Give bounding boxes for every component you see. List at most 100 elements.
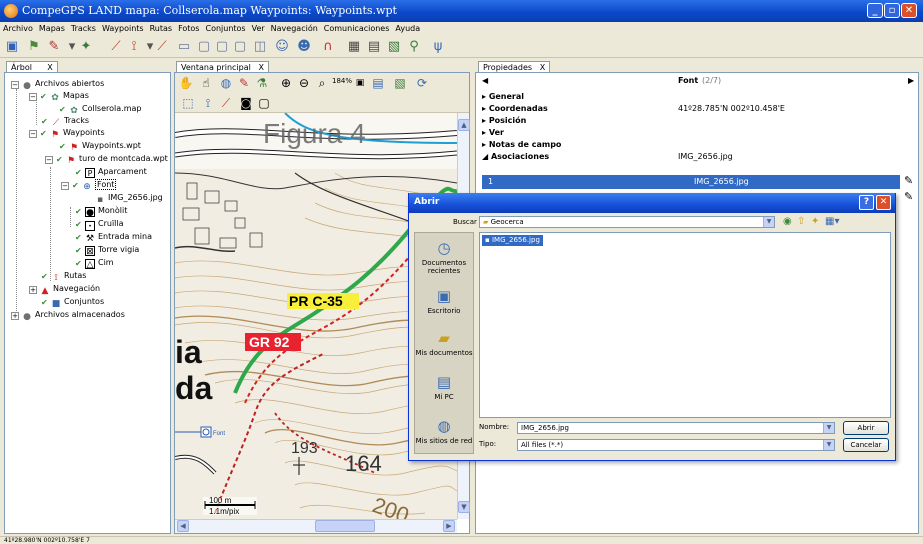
open-map-icon[interactable]: ⚑ (26, 39, 42, 55)
route-tool-icon[interactable]: ⟟ (126, 39, 142, 55)
dropper-icon[interactable]: ⚗ (254, 75, 270, 91)
chevron-down-icon[interactable]: ▼ (823, 423, 834, 433)
tree-node-waypoints[interactable]: − ✔ ⚑ Waypoints (29, 127, 105, 140)
select-icon[interactable]: ⬚ (180, 95, 196, 111)
checkmark-icon[interactable]: ✔ (40, 130, 48, 138)
tree-node-collserola-map[interactable]: ✔ ✿ Collserola.map (59, 103, 141, 116)
tree-node-waypoints-wpt[interactable]: ✔ ⚑ Waypoints.wpt (59, 140, 141, 153)
window-icon[interactable]: ◫ (252, 39, 268, 55)
place-recent[interactable]: ◷ Documentos recientes (415, 239, 473, 275)
refresh-icon[interactable]: ⟳ (414, 75, 430, 91)
help-button[interactable]: ? (859, 195, 874, 210)
checkmark-icon[interactable]: ✔ (75, 221, 83, 229)
window-icon[interactable]: ▢ (196, 39, 212, 55)
frame-icon[interactable]: ▢ (256, 95, 272, 111)
pen-tool-icon[interactable]: ✎ (236, 75, 252, 91)
open-track-icon[interactable]: ✎ (46, 39, 62, 55)
scroll-right-arrow-icon[interactable]: ▶ (443, 520, 455, 532)
tree-node-archivos-almacenados[interactable]: + ● Archivos almacenados (11, 309, 125, 322)
view-menu-icon[interactable]: ▦▾ (825, 216, 839, 227)
checkmark-icon[interactable]: ✔ (56, 156, 64, 164)
checkmark-icon[interactable]: ✔ (59, 143, 67, 151)
chevron-down-icon[interactable]: ▼ (763, 217, 774, 227)
scroll-left-arrow-icon[interactable]: ◀ (177, 520, 189, 532)
collapse-icon[interactable]: − (29, 130, 37, 138)
globe-tool-icon[interactable]: ◍ (218, 75, 234, 91)
cancel-button[interactable]: Cancelar (843, 438, 889, 452)
save-icon[interactable]: ▣ (4, 39, 20, 55)
expand-icon[interactable]: + (11, 312, 19, 320)
tree-node-cruilla[interactable]: ✔ • Cruïlla (75, 218, 124, 231)
checkmark-icon[interactable]: ✔ (59, 106, 67, 114)
section-posicion[interactable]: ▸ Posición (482, 115, 526, 127)
window-icon[interactable]: ▢ (214, 39, 230, 55)
checkmark-icon[interactable]: ✔ (41, 273, 49, 281)
place-network[interactable]: ◍ Mis sitios de red (415, 417, 473, 445)
route-edit-icon[interactable]: ⟟ (200, 95, 216, 111)
menu-mapas[interactable]: Mapas (36, 22, 68, 36)
expand-icon[interactable]: + (29, 286, 37, 294)
magnet-icon[interactable]: ∩ (320, 39, 336, 55)
checkmark-icon[interactable]: ✔ (75, 260, 83, 268)
section-asociaciones[interactable]: ◢ Asociaciones (482, 151, 549, 163)
menu-comunicaciones[interactable]: Comunicaciones (321, 22, 393, 36)
satellite-icon[interactable]: ⚲ (406, 39, 422, 55)
menu-conjuntos[interactable]: Conjuntos (202, 22, 248, 36)
tree-node-aparcament[interactable]: ✔ P Aparcament (75, 166, 147, 178)
minimize-button[interactable]: _ (867, 3, 883, 18)
camera-icon[interactable]: ◙ (238, 95, 254, 111)
filetype-select[interactable]: All files (*.*) ▼ (517, 439, 835, 451)
tree-node-font[interactable]: − ✔ ⊕ Font (61, 179, 117, 192)
file-item-selected[interactable]: ▪ IMG_2656.jpg (482, 235, 543, 246)
checkmark-icon[interactable]: ✔ (75, 208, 83, 216)
zoom-dropdown-icon[interactable]: ▣ (352, 75, 368, 91)
edit-track-icon[interactable]: ⟋ (154, 39, 170, 55)
tree-node-img[interactable]: ▪ IMG_2656.jpg (95, 192, 163, 205)
scroll-thumb[interactable] (315, 520, 375, 532)
tab-ventana-close[interactable]: X (259, 63, 264, 72)
chevron-down-icon[interactable]: ▼ (823, 440, 834, 450)
menu-navegacion[interactable]: Navegación (268, 22, 321, 36)
photo-tool-icon[interactable]: ▧ (392, 75, 408, 91)
place-mydocs[interactable]: ▰ Mis documentos (415, 329, 473, 357)
scroll-down-arrow-icon[interactable]: ▼ (458, 501, 470, 513)
tree-node-cim[interactable]: ✔ △ Cim (75, 257, 114, 270)
place-mypc[interactable]: ▤ Mi PC (415, 373, 473, 401)
next-item-arrow-icon[interactable]: ▶ (908, 75, 914, 87)
tree-node-archivos-abiertos[interactable]: − ● Archivos abiertos (11, 78, 104, 91)
map-horizontal-scrollbar[interactable]: ◀ ▶ (175, 519, 457, 533)
file-list[interactable]: ▪ IMG_2656.jpg (479, 232, 891, 418)
collapse-icon[interactable]: − (29, 93, 37, 101)
tree-node-entrada-mina[interactable]: ✔ ⚒ Entrada mina (75, 231, 152, 244)
menu-rutas[interactable]: Rutas (147, 22, 175, 36)
dialog-title-bar[interactable]: Abrir ? ✕ (409, 193, 895, 213)
up-folder-icon[interactable]: ⇧ (797, 216, 805, 227)
title-bar[interactable]: CompeGPS LAND mapa: Collserola.map Waypo… (0, 0, 923, 22)
close-button[interactable]: ✕ (901, 3, 917, 18)
layer-icon[interactable]: ▭ (176, 39, 192, 55)
tree-node-navegacion[interactable]: + ▲ Navegación (29, 283, 100, 296)
hand-pan-icon[interactable]: ✋ (178, 75, 194, 91)
dialog-close-button[interactable]: ✕ (876, 195, 891, 210)
prev-item-arrow-icon[interactable]: ◀ (482, 75, 488, 87)
place-desktop[interactable]: ▣ Escritorio (415, 287, 473, 315)
layers-icon[interactable]: ▤ (370, 75, 386, 91)
filename-input[interactable]: IMG_2656.jpg ▼ (517, 422, 835, 434)
tree-node-rutas[interactable]: ✔ ⟟ Rutas (41, 270, 86, 283)
checkmark-icon[interactable]: ✔ (72, 182, 80, 190)
edit-pencil-icon[interactable]: ✎ (904, 191, 913, 203)
menu-ver[interactable]: Ver (249, 22, 268, 36)
new-folder-icon[interactable]: ✦ (811, 216, 819, 227)
table-icon[interactable]: ▦ (346, 39, 362, 55)
checkmark-icon[interactable]: ✔ (75, 234, 83, 242)
edit-pencil-icon[interactable]: ✎ (904, 175, 913, 187)
window-icon[interactable]: ▢ (232, 39, 248, 55)
people-icon[interactable]: ☺ (274, 39, 290, 55)
tree-node-mapas[interactable]: − ✔ ✿ Mapas (29, 90, 89, 103)
back-icon[interactable]: ◉ (783, 216, 792, 227)
tree-node-tracks[interactable]: ✔ ⟋ Tracks (41, 115, 89, 128)
section-notas[interactable]: ▸ Notas de campo (482, 139, 561, 151)
waypoint-tool-icon[interactable]: ✦ (78, 39, 94, 55)
menu-tracks[interactable]: Tracks (68, 22, 99, 36)
section-coordenadas[interactable]: ▸ Coordenadas (482, 103, 548, 115)
